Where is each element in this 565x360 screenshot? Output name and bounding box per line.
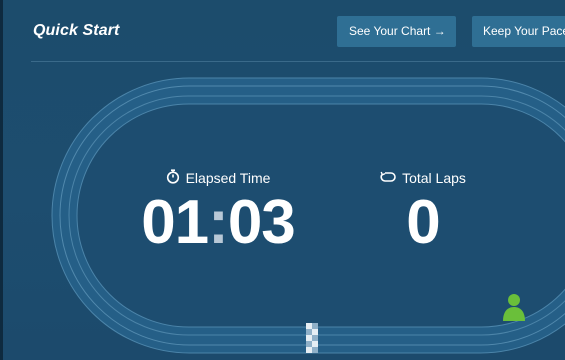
total-laps-label: Total Laps <box>402 170 466 186</box>
total-laps-stat: Total Laps 0 <box>323 169 523 254</box>
total-laps-header: Total Laps <box>323 169 523 187</box>
loop-icon <box>380 170 396 186</box>
quick-start-screen: Quick Start See Your Chart → Keep Your P… <box>0 0 565 360</box>
finish-line-icon <box>306 323 318 353</box>
total-laps-value: 0 <box>406 188 440 257</box>
elapsed-time-header: Elapsed Time <box>123 169 313 187</box>
elapsed-time-value: 01:03 <box>123 192 313 254</box>
elapsed-minutes: 01 <box>141 188 209 257</box>
stopwatch-icon <box>166 169 180 187</box>
elapsed-time-label: Elapsed Time <box>185 170 271 186</box>
elapsed-time-stat: Elapsed Time 01:03 <box>123 169 313 254</box>
elapsed-seconds: 03 <box>227 188 296 257</box>
elapsed-separator: : <box>208 188 229 257</box>
